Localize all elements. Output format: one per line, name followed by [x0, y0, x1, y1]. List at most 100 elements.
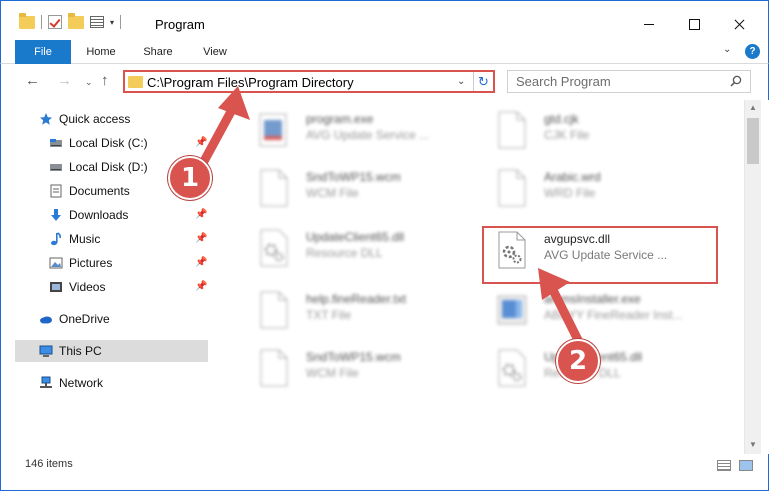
- drive-icon: [50, 139, 62, 147]
- recent-locations-icon[interactable]: ⌄: [85, 77, 93, 88]
- search-icon[interactable]: [730, 75, 742, 87]
- computer-icon: [39, 345, 53, 357]
- minimize-button[interactable]: [626, 9, 672, 39]
- dll-gear-icon: [498, 349, 526, 387]
- file-icon: [498, 111, 526, 149]
- file-item[interactable]: SndToWP15.wcm WCM File: [234, 162, 464, 216]
- exe-icon: [259, 113, 287, 147]
- pin-icon[interactable]: 📌: [195, 204, 207, 226]
- sidebar-item-label: Network: [59, 376, 104, 390]
- window-title: Program: [155, 17, 205, 32]
- customize-toolbar-icon[interactable]: ▾: [110, 18, 114, 27]
- sidebar-item-onedrive[interactable]: OneDrive: [39, 308, 209, 330]
- sidebar-item-label: Music: [69, 232, 101, 246]
- back-arrow-icon[interactable]: ←: [25, 72, 40, 89]
- file-type: TXT File: [306, 308, 352, 322]
- folder-icon: [128, 76, 143, 88]
- tab-view[interactable]: View: [193, 40, 237, 64]
- pin-icon[interactable]: 📌: [195, 228, 207, 250]
- file-item[interactable]: Arabic.wrd WRD File: [472, 162, 702, 216]
- quick-access-toolbar: ▾: [19, 12, 122, 29]
- file-item[interactable]: help.fineReader.txt TXT File: [234, 284, 464, 338]
- vertical-scrollbar[interactable]: ▲ ▼: [744, 100, 761, 454]
- star-icon: [40, 113, 52, 125]
- folder-icon: [19, 12, 35, 29]
- sidebar-item-label: Local Disk (D:): [69, 160, 148, 174]
- sidebar-item-label: Documents: [69, 184, 130, 198]
- pin-icon[interactable]: 📌: [195, 252, 207, 274]
- documents-icon: [50, 184, 62, 198]
- sidebar-item-label: Videos: [69, 280, 106, 294]
- pictures-icon: [49, 257, 63, 269]
- sidebar-item-label: Local Disk (C:): [69, 136, 148, 150]
- maximize-button[interactable]: [671, 9, 717, 39]
- file-type: Resource DLL: [306, 246, 383, 260]
- navigation-bar: ← → ⌄ ↑ C:\Program Files\Program Directo…: [0, 64, 769, 100]
- navigation-pane: Quick access Local Disk (C:) 📌 Local Dis…: [0, 100, 210, 456]
- tab-home[interactable]: Home: [79, 40, 123, 64]
- music-icon: [51, 232, 62, 246]
- file-item[interactable]: gtd.cjk CJK File: [472, 104, 702, 158]
- toolbar-separator: [120, 15, 122, 29]
- item-count: 146 items: [25, 458, 73, 470]
- file-name: SndToWP15.wcm: [306, 350, 401, 364]
- file-name: help.fineReader.txt: [306, 292, 407, 306]
- downloads-icon: [51, 209, 61, 221]
- ribbon-tabs: File Home Share View ⌄ ?: [0, 40, 769, 64]
- dll-gear-icon: [260, 229, 288, 267]
- file-icon: [260, 291, 288, 329]
- toolbar-separator: [41, 15, 42, 29]
- large-icons-view-icon[interactable]: [739, 460, 753, 471]
- file-name: SndToWP15.wcm: [306, 170, 401, 184]
- file-name: Arabic.wrd: [544, 170, 601, 184]
- callout-badge-2: 2: [556, 339, 600, 383]
- search-box[interactable]: [507, 70, 751, 93]
- sidebar-item-videos[interactable]: Videos 📌: [49, 276, 209, 298]
- callout-badge-1: 1: [168, 156, 212, 200]
- status-bar: 146 items: [0, 454, 769, 491]
- forward-arrow-icon[interactable]: →: [57, 72, 72, 89]
- file-item[interactable]: UpdateClient65.dll Resource DLL: [234, 222, 464, 276]
- file-name: program.exe: [306, 112, 374, 126]
- search-input[interactable]: [508, 71, 726, 92]
- file-type: WCM File: [306, 366, 359, 380]
- help-icon[interactable]: ?: [745, 44, 760, 59]
- refresh-icon[interactable]: ↻: [473, 72, 493, 91]
- file-item[interactable]: SndToWP15.wcm WCM File: [234, 342, 464, 396]
- view-properties-icon[interactable]: [90, 16, 104, 28]
- tab-share[interactable]: Share: [133, 40, 183, 64]
- sidebar-item-music[interactable]: Music 📌: [49, 228, 209, 250]
- sidebar-item-label: This PC: [59, 344, 102, 358]
- sidebar-item-pictures[interactable]: Pictures 📌: [49, 252, 209, 274]
- scroll-thumb[interactable]: [747, 118, 759, 164]
- properties-check-icon[interactable]: [48, 15, 62, 29]
- file-type: CJK File: [544, 128, 590, 142]
- file-type: WRD File: [544, 186, 596, 200]
- file-type: AVG Update Service ...: [306, 128, 430, 142]
- details-view-icon[interactable]: [717, 460, 731, 471]
- tab-file[interactable]: File: [15, 40, 71, 64]
- scroll-down-icon[interactable]: ▼: [749, 440, 757, 449]
- installer-icon: [497, 295, 527, 325]
- sidebar-item-label: Quick access: [59, 112, 131, 126]
- file-icon: [260, 349, 288, 387]
- sidebar-item-this-pc[interactable]: This PC: [15, 340, 208, 362]
- new-folder-icon[interactable]: [68, 12, 84, 29]
- address-dropdown-icon[interactable]: ⌄: [457, 76, 465, 87]
- scroll-up-icon[interactable]: ▲: [749, 103, 757, 112]
- sidebar-item-downloads[interactable]: Downloads 📌: [49, 204, 209, 226]
- drive-icon: [50, 164, 62, 171]
- address-bar[interactable]: C:\Program Files\Program Directory ⌄ ↻: [123, 70, 495, 93]
- up-arrow-icon[interactable]: ↑: [101, 72, 109, 89]
- expand-ribbon-icon[interactable]: ⌄: [723, 44, 731, 55]
- pin-icon[interactable]: 📌: [195, 276, 207, 298]
- cloud-icon: [40, 316, 52, 324]
- sidebar-item-label: OneDrive: [59, 312, 110, 326]
- file-item[interactable]: program.exe AVG Update Service ...: [234, 104, 464, 158]
- file-icon: [260, 169, 288, 207]
- close-button[interactable]: [716, 9, 762, 39]
- file-type: WCM File: [306, 186, 359, 200]
- title-bar: ▾ Program: [0, 0, 769, 40]
- sidebar-item-network[interactable]: Network: [39, 372, 209, 394]
- sidebar-item-label: Pictures: [69, 256, 113, 270]
